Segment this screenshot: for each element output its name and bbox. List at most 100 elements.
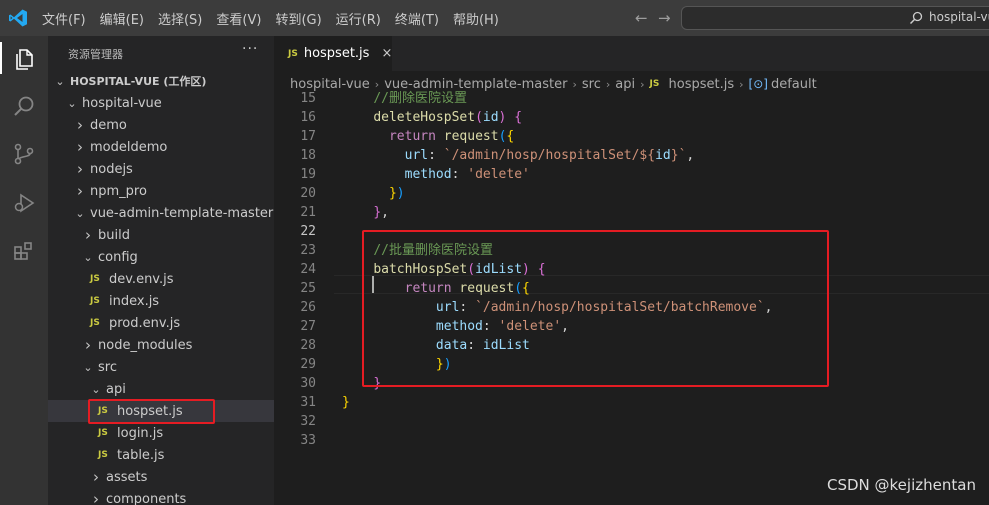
folder-item[interactable]: ⌄ api bbox=[48, 378, 274, 400]
tree-item-label: demo bbox=[90, 117, 127, 133]
chevron-down-icon: ⌄ bbox=[75, 206, 85, 220]
sidebar-highlight-box bbox=[88, 399, 215, 424]
vscode-logo-icon bbox=[9, 9, 27, 27]
tree-item-label: login.js bbox=[117, 425, 164, 441]
code-token: { bbox=[506, 129, 515, 144]
code-line: 19 method: 'delete' bbox=[274, 165, 989, 184]
code-text: url: `/admin/hosp/hospitalSet/${id}`, bbox=[342, 146, 695, 165]
menu-item[interactable]: 文件(F) bbox=[42, 9, 86, 28]
file-item[interactable]: JS index.js bbox=[48, 290, 274, 312]
code-token: request bbox=[443, 129, 499, 144]
file-item[interactable]: JS dev.env.js bbox=[48, 268, 274, 290]
folder-item[interactable]: ⌄ vue-admin-template-master bbox=[48, 202, 274, 224]
menu-item[interactable]: 转到(G) bbox=[275, 9, 321, 28]
folder-item[interactable]: › build bbox=[48, 224, 274, 246]
code-text: //删除医院设置 bbox=[342, 89, 467, 108]
js-file-icon: JS bbox=[288, 48, 298, 59]
tree-item-label: assets bbox=[106, 469, 148, 485]
code-token: id bbox=[482, 110, 499, 125]
menu-item[interactable]: 编辑(E) bbox=[100, 9, 144, 28]
chevron-down-icon: ⌄ bbox=[83, 360, 93, 374]
line-number: 30 bbox=[300, 376, 316, 391]
tab-hospset[interactable]: JS hospset.js × bbox=[274, 36, 392, 71]
line-number: 18 bbox=[300, 148, 316, 163]
chevron-right-icon: › bbox=[85, 336, 91, 354]
source-control-icon[interactable] bbox=[12, 142, 36, 166]
js-file-icon: JS bbox=[90, 318, 100, 328]
folder-item[interactable]: › assets bbox=[48, 466, 274, 488]
tab-label: hospset.js bbox=[303, 46, 370, 61]
tree-item-label: hospital-vue bbox=[82, 95, 162, 111]
title-bar: 文件(F) 编辑(E) 选择(S) 查看(V) 转到(G) 运行(R) 终端(T) 帮助(H)… bbox=[0, 0, 989, 36]
code-token: } bbox=[342, 395, 350, 410]
tree-item-label: src bbox=[98, 359, 117, 375]
line-number: 33 bbox=[300, 433, 316, 448]
back-arrow-icon[interactable]: ← bbox=[635, 9, 648, 27]
line-number: 31 bbox=[300, 395, 316, 410]
tree-item-label: build bbox=[98, 227, 130, 243]
tree-item-label: npm_pro bbox=[90, 183, 147, 199]
file-item[interactable]: JS prod.env.js bbox=[48, 312, 274, 334]
folder-item[interactable]: › npm_pro bbox=[48, 180, 274, 202]
code-text: method: 'delete' bbox=[342, 165, 530, 184]
line-number: 24 bbox=[300, 262, 316, 277]
file-item[interactable]: JS table.js bbox=[48, 444, 274, 466]
code-token: 'delete' bbox=[467, 167, 530, 182]
line-number: 28 bbox=[300, 338, 316, 353]
tree-item-label: index.js bbox=[109, 293, 160, 309]
code-token: //删除医院设置 bbox=[373, 91, 467, 106]
line-number: 26 bbox=[300, 300, 316, 315]
menu-item[interactable]: 运行(R) bbox=[336, 9, 381, 28]
line-number: 29 bbox=[300, 357, 316, 372]
file-item[interactable]: JS login.js bbox=[48, 422, 274, 444]
code-token: , bbox=[686, 148, 695, 163]
menu-item[interactable]: 帮助(H) bbox=[453, 9, 499, 28]
forward-arrow-icon[interactable]: → bbox=[658, 9, 671, 27]
menu-bar: 文件(F) 编辑(E) 选择(S) 查看(V) 转到(G) 运行(R) 终端(T) 帮助(H) bbox=[42, 0, 513, 36]
line-number: 15 bbox=[300, 91, 316, 106]
menu-item[interactable]: 终端(T) bbox=[395, 9, 439, 28]
line-number: 22 bbox=[300, 224, 316, 239]
more-actions-icon[interactable]: ··· bbox=[242, 41, 258, 57]
chevron-right-icon: › bbox=[77, 116, 83, 134]
line-number: 20 bbox=[300, 186, 316, 201]
code-token: return bbox=[388, 129, 436, 144]
tree-item-label: dev.env.js bbox=[109, 271, 174, 287]
explorer-files-icon[interactable] bbox=[12, 47, 36, 71]
search-text: hospital-vue bbox=[929, 10, 989, 24]
command-center-search[interactable]: hospital-vue bbox=[681, 6, 989, 30]
line-number: 21 bbox=[300, 205, 316, 220]
folder-item[interactable]: › node_modules bbox=[48, 334, 274, 356]
code-token: url bbox=[404, 148, 429, 163]
folder-item[interactable]: ⌄ hospital-vue bbox=[48, 92, 274, 114]
search-icon bbox=[909, 11, 923, 25]
js-file-icon: JS bbox=[98, 428, 108, 438]
js-file-icon: JS bbox=[98, 450, 108, 460]
close-icon[interactable]: × bbox=[381, 46, 392, 61]
code-line: 16 deleteHospSet(id) { bbox=[274, 108, 989, 127]
menu-item[interactable]: 查看(V) bbox=[216, 9, 261, 28]
folder-item[interactable]: › components bbox=[48, 488, 274, 505]
code-line: 20 }) bbox=[274, 184, 989, 203]
folder-item[interactable]: ⌄ src bbox=[48, 356, 274, 378]
folder-item[interactable]: › demo bbox=[48, 114, 274, 136]
code-token: id bbox=[655, 148, 671, 163]
chevron-down-icon: ⌄ bbox=[83, 250, 93, 264]
folder-item[interactable]: › modeldemo bbox=[48, 136, 274, 158]
explorer-sidebar: 资源管理器 ··· ⌄ HOSPITAL-VUE (工作区) ⌄ hospital-v… bbox=[48, 36, 274, 505]
extensions-icon[interactable] bbox=[12, 239, 36, 263]
folder-item[interactable]: › nodejs bbox=[48, 158, 274, 180]
search-view-icon[interactable] bbox=[12, 94, 36, 118]
line-number: 23 bbox=[300, 243, 316, 258]
chevron-right-icon: › bbox=[93, 468, 99, 486]
run-debug-icon[interactable] bbox=[12, 191, 36, 215]
folder-item[interactable]: ⌄ config bbox=[48, 246, 274, 268]
code-text: }) bbox=[342, 184, 405, 203]
tree-item-label: modeldemo bbox=[90, 139, 168, 155]
folder-item[interactable]: ⌄ HOSPITAL-VUE (工作区) bbox=[48, 70, 274, 92]
menu-item[interactable]: 选择(S) bbox=[158, 9, 202, 28]
tree-item-label: prod.env.js bbox=[109, 315, 181, 331]
